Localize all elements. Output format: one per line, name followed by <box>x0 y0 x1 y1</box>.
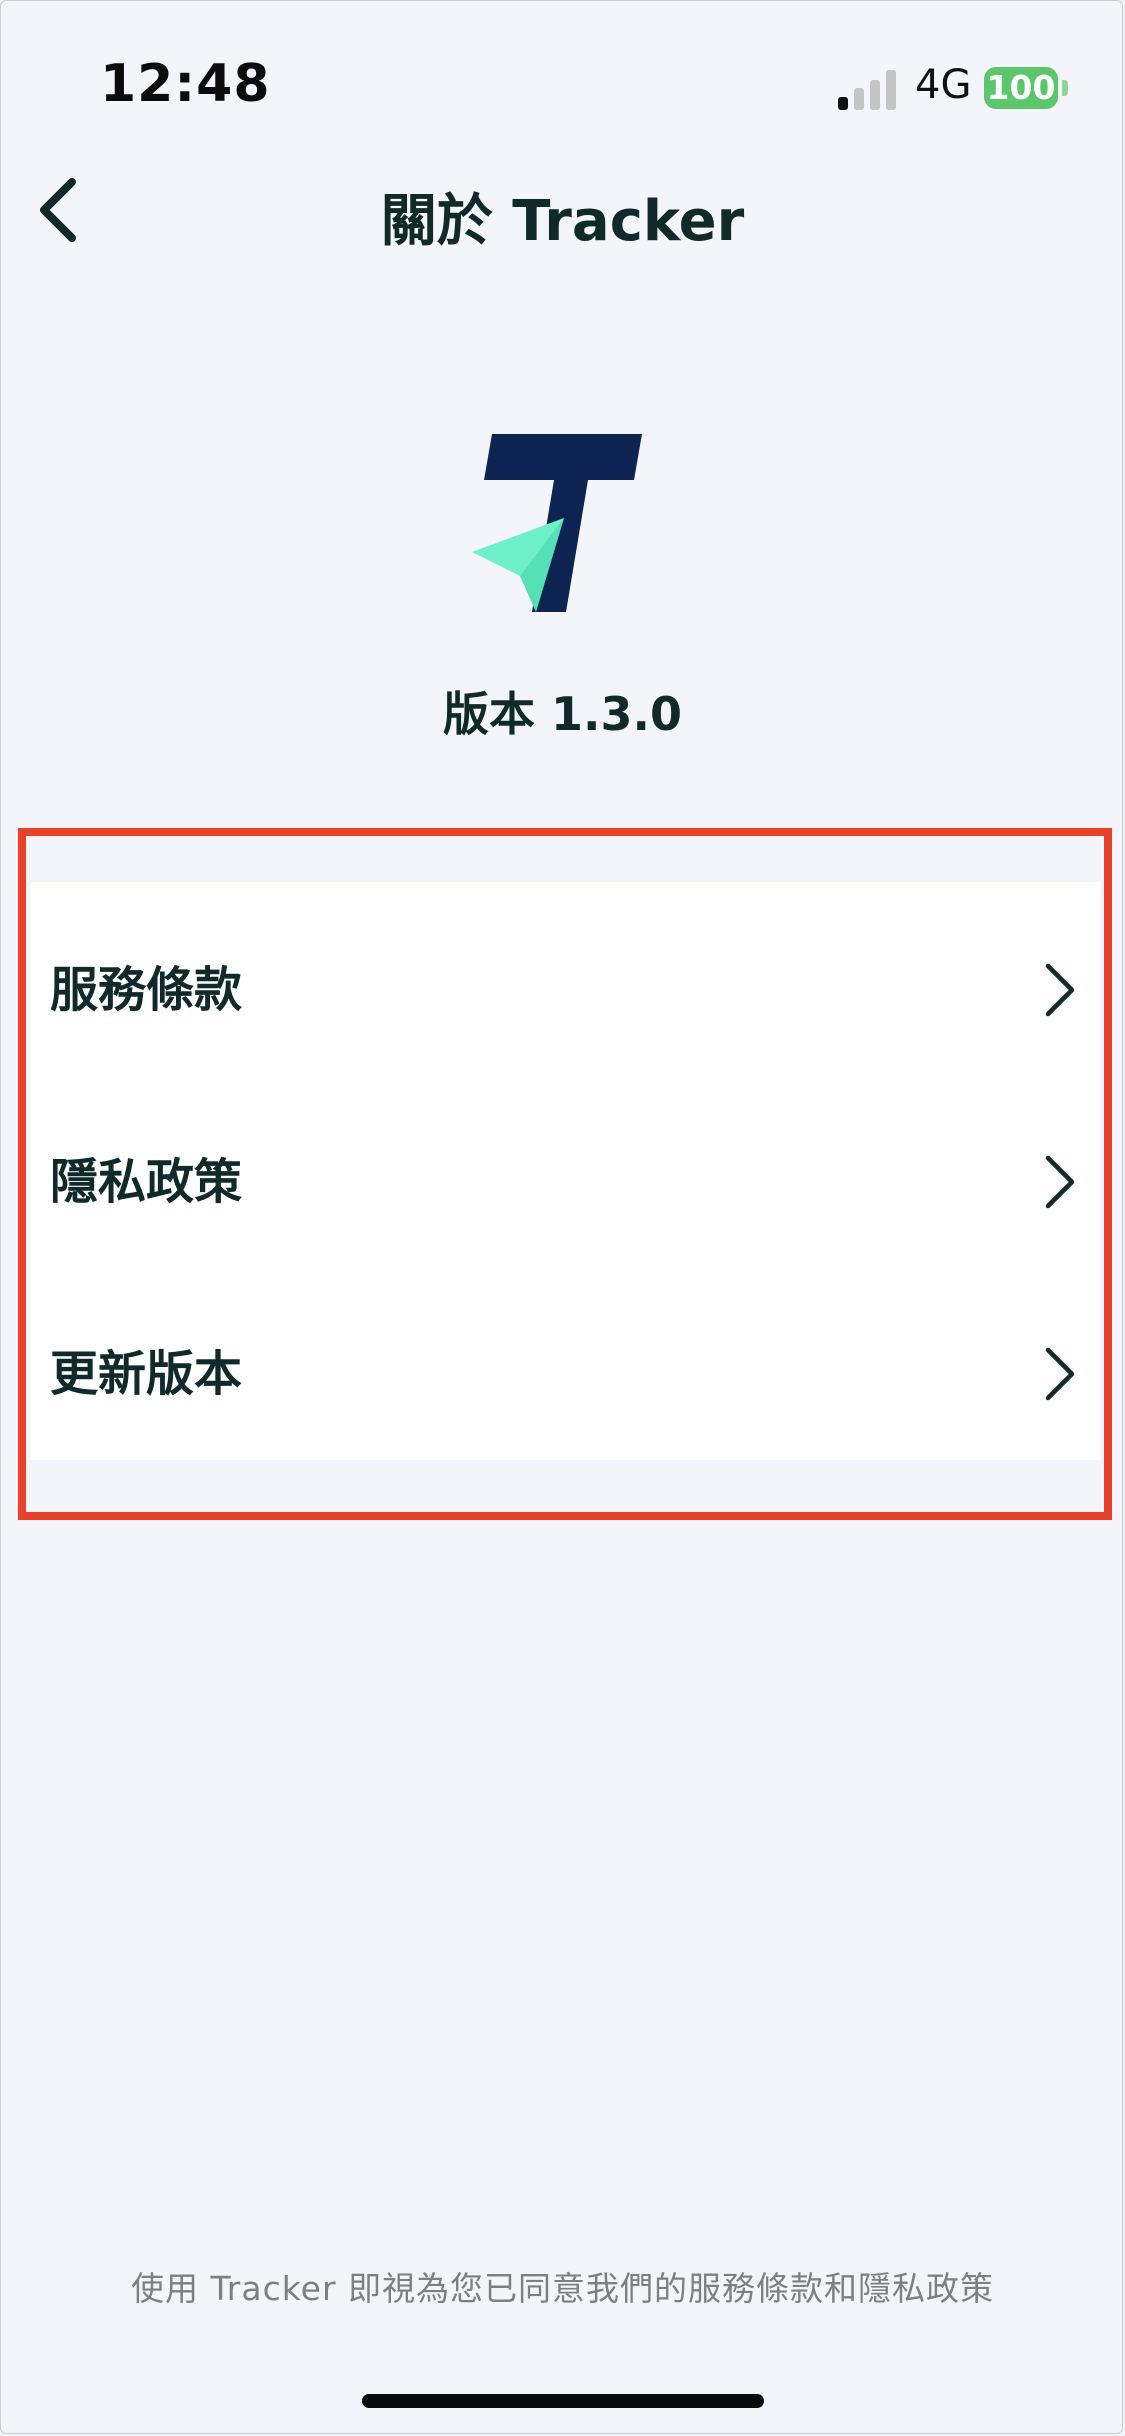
terms-footer-text: 使用 Tracker 即視為您已同意我們的服務條款和隱私政策 <box>130 2269 995 2308</box>
home-indicator[interactable] <box>362 2394 764 2408</box>
battery-tip <box>1062 80 1068 96</box>
menu-item-label: 隱私政策 <box>50 1154 243 1210</box>
menu-item-label: 更新版本 <box>50 1346 243 1402</box>
battery-icon: 100 <box>984 67 1058 109</box>
app-version: 版本 1.3.0 <box>443 687 682 741</box>
menu-item-privacy-policy[interactable]: 隱私政策 <box>30 1102 1100 1262</box>
page-title: 關於 Tracker <box>380 189 745 254</box>
network-type: 4G <box>915 62 972 108</box>
menu-item-label: 服務條款 <box>50 962 243 1018</box>
signal-strength-icon <box>838 68 898 110</box>
status-time: 12:48 <box>100 54 271 114</box>
chevron-right-icon <box>1045 1347 1075 1401</box>
menu-item-terms-of-service[interactable]: 服務條款 <box>30 910 1100 1070</box>
chevron-right-icon <box>1045 1155 1075 1209</box>
chevron-right-icon <box>1045 963 1075 1017</box>
settings-menu: 服務條款 隱私政策 更新版本 <box>30 882 1100 1460</box>
menu-item-update-version[interactable]: 更新版本 <box>30 1294 1100 1454</box>
tracker-logo <box>472 428 652 618</box>
